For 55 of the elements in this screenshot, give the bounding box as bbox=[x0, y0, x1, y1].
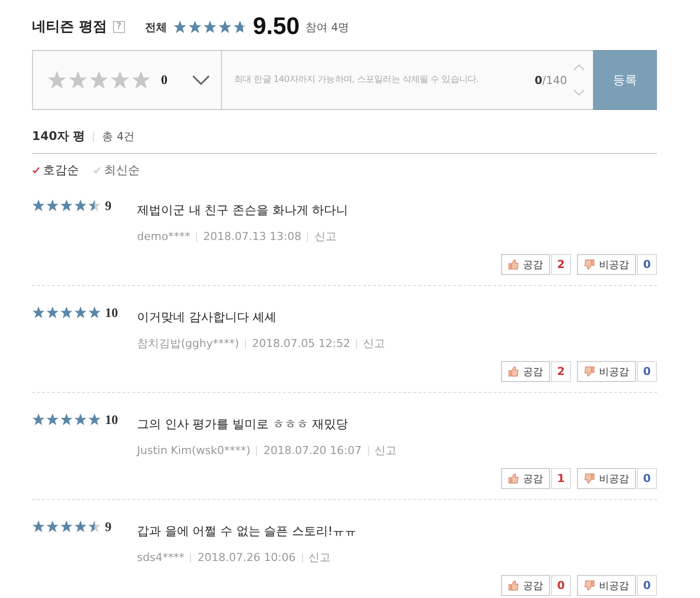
review-author: sds4**** bbox=[137, 551, 184, 564]
dislike-button[interactable]: 비공감 bbox=[577, 468, 636, 489]
dislike-count: 0 bbox=[637, 468, 657, 489]
dislike-button[interactable]: 비공감 bbox=[577, 361, 636, 382]
review-text: 이거맞네 감사합니다 셰셰 bbox=[137, 310, 277, 324]
review-date: 2018.07.05 12:52 bbox=[252, 337, 350, 350]
like-button[interactable]: 공감 bbox=[501, 575, 550, 596]
scope-label: 전체 bbox=[144, 20, 167, 34]
thumbs-up-icon bbox=[508, 473, 519, 484]
thumbs-down-icon bbox=[584, 473, 595, 484]
dislike-count: 0 bbox=[637, 254, 657, 275]
review-date: 2018.07.20 16:07 bbox=[263, 444, 362, 457]
thumbs-down-icon bbox=[584, 580, 595, 591]
help-icon[interactable]: ? bbox=[112, 21, 125, 33]
dislike-count: 0 bbox=[637, 361, 657, 382]
dislike-count: 0 bbox=[637, 575, 657, 596]
like-count: 2 bbox=[551, 361, 571, 382]
review-score: 9 bbox=[105, 199, 112, 213]
char-counter: 0/140 bbox=[534, 74, 567, 86]
list-title: 140자 평 bbox=[32, 128, 86, 145]
thumbs-down-icon bbox=[584, 259, 595, 270]
like-button[interactable]: 공감 bbox=[501, 468, 550, 489]
sort-option[interactable]: 최신순 bbox=[93, 162, 140, 179]
review-text: 제법이군 내 친구 존슨을 화나게 하다니 bbox=[137, 203, 348, 217]
rating-value: 0 bbox=[161, 72, 168, 88]
like-button[interactable]: 공감 bbox=[501, 361, 550, 382]
review-author: Justin Kim(wsk0****) bbox=[137, 444, 250, 457]
section-title: 네티즌 평점 bbox=[32, 18, 107, 36]
thumbs-up-icon bbox=[508, 366, 519, 377]
dislike-button[interactable]: 비공감 bbox=[577, 254, 636, 275]
participant-count: 참여 4명 bbox=[306, 20, 350, 34]
like-count: 0 bbox=[551, 575, 571, 596]
comment-field[interactable]: 최대 한글 140자까지 가능하며, 스포일러는 삭제될 수 있습니다. bbox=[234, 75, 529, 85]
review-date: 2018.07.26 10:06 bbox=[197, 551, 296, 564]
review-date: 2018.07.13 13:08 bbox=[203, 230, 302, 243]
total-count: 총 4건 bbox=[102, 129, 135, 144]
review-author: 참치김밥(gghy****) bbox=[137, 336, 240, 351]
average-score: 9.50 bbox=[252, 13, 300, 41]
review-score: 9 bbox=[105, 520, 112, 534]
like-count: 1 bbox=[551, 468, 571, 489]
thumbs-up-icon bbox=[508, 580, 519, 591]
check-icon bbox=[93, 167, 101, 174]
chevron-down-icon[interactable] bbox=[192, 75, 210, 85]
check-icon bbox=[32, 167, 40, 174]
thumbs-up-icon bbox=[508, 259, 519, 270]
like-button[interactable]: 공감 bbox=[501, 254, 550, 275]
review-text: 갑과 을에 어쩔 수 없는 슬픈 스토리!ㅠㅠ bbox=[137, 524, 357, 538]
review-score: 10 bbox=[105, 306, 118, 320]
dislike-button[interactable]: 비공감 bbox=[577, 575, 636, 596]
review-author: demo**** bbox=[137, 230, 190, 243]
sort-option[interactable]: 호감순 bbox=[32, 162, 79, 179]
review-text: 그의 인사 평가를 빌미로 ㅎㅎㅎ 재밌당 bbox=[137, 417, 348, 431]
like-count: 2 bbox=[551, 254, 571, 275]
review-score: 10 bbox=[105, 413, 118, 427]
thumbs-down-icon bbox=[584, 366, 595, 377]
